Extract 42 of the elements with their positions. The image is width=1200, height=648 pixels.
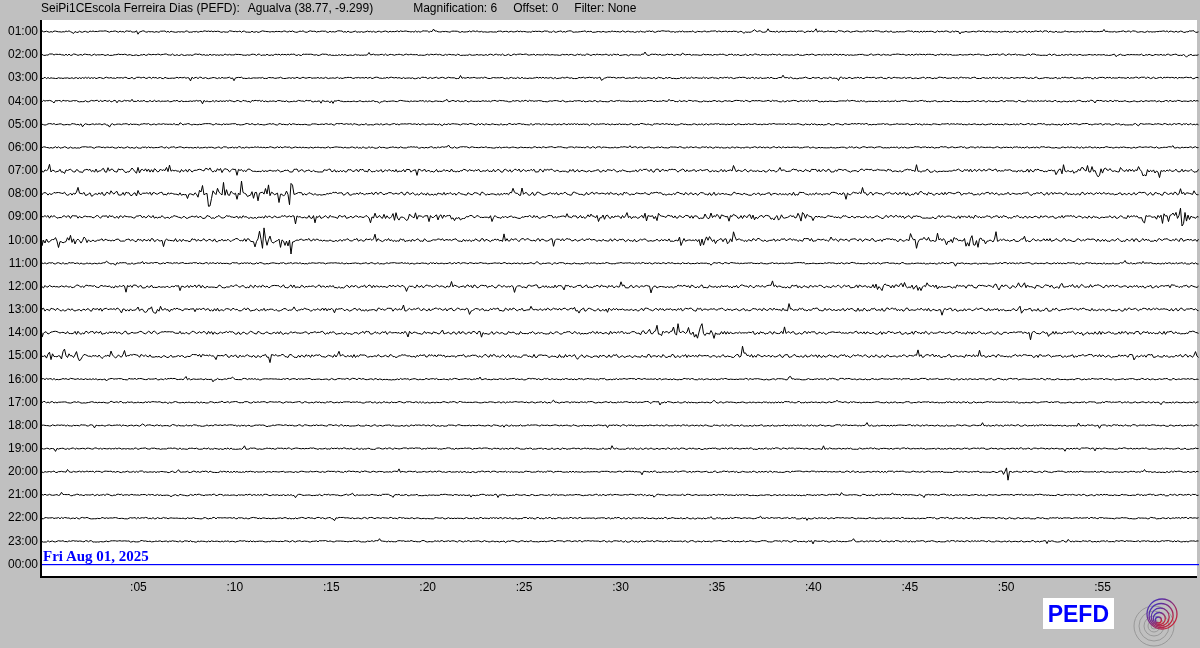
minute-tick-label: :50 bbox=[997, 580, 1015, 595]
hour-label: 23:00 bbox=[6, 532, 39, 550]
hour-label: 01:00 bbox=[6, 23, 39, 41]
offset-text: Offset: 0 bbox=[513, 1, 559, 16]
location-text: Agualva (38.77, -9.299) bbox=[247, 1, 374, 16]
hour-label: 02:00 bbox=[6, 46, 39, 64]
minute-tick-label: :25 bbox=[515, 580, 533, 595]
minute-tick-label: :35 bbox=[708, 580, 726, 595]
hour-label: 10:00 bbox=[6, 231, 39, 249]
hour-label: 05:00 bbox=[6, 115, 39, 133]
hour-label: 06:00 bbox=[6, 138, 39, 156]
date-label: Fri Aug 01, 2025 bbox=[43, 549, 149, 565]
hour-label: 16:00 bbox=[6, 370, 39, 388]
minute-tick-label: :55 bbox=[1094, 580, 1111, 595]
station-logo: PEFD bbox=[1042, 598, 1114, 629]
hour-label: 08:00 bbox=[6, 185, 39, 203]
hour-label: 03:00 bbox=[6, 69, 39, 87]
minute-tick-label: :20 bbox=[419, 580, 436, 595]
hour-label: 04:00 bbox=[6, 92, 39, 110]
minute-tick-label: :10 bbox=[226, 580, 244, 595]
hour-label: 18:00 bbox=[6, 416, 39, 434]
hour-label: 15:00 bbox=[6, 347, 39, 365]
minute-tick-label: :05 bbox=[130, 580, 147, 595]
minute-tick-label: :45 bbox=[901, 580, 919, 595]
magnification-text: Magnification: 6 bbox=[413, 1, 498, 16]
filter-text: Filter: None bbox=[574, 1, 637, 16]
hour-label: 13:00 bbox=[6, 301, 39, 319]
hour-label: 21:00 bbox=[6, 486, 39, 504]
hour-label: 07:00 bbox=[6, 162, 39, 180]
hour-label: 17:00 bbox=[6, 393, 39, 411]
station-name: SeiPi1CEscola Ferreira Dias (PEFD): bbox=[41, 1, 240, 16]
hour-label: 22:00 bbox=[6, 509, 39, 527]
hour-label: 19:00 bbox=[6, 439, 39, 457]
hour-label: 14:00 bbox=[6, 324, 39, 342]
minute-tick-label: :30 bbox=[612, 580, 629, 595]
hour-label: 00:00 bbox=[6, 555, 39, 573]
hour-label: 09:00 bbox=[6, 208, 39, 226]
hour-label: 20:00 bbox=[6, 463, 39, 481]
hour-label: 11:00 bbox=[7, 254, 39, 272]
minute-tick-label: :15 bbox=[322, 580, 340, 595]
minute-tick-label: :40 bbox=[805, 580, 822, 595]
hour-label: 12:00 bbox=[6, 277, 39, 295]
